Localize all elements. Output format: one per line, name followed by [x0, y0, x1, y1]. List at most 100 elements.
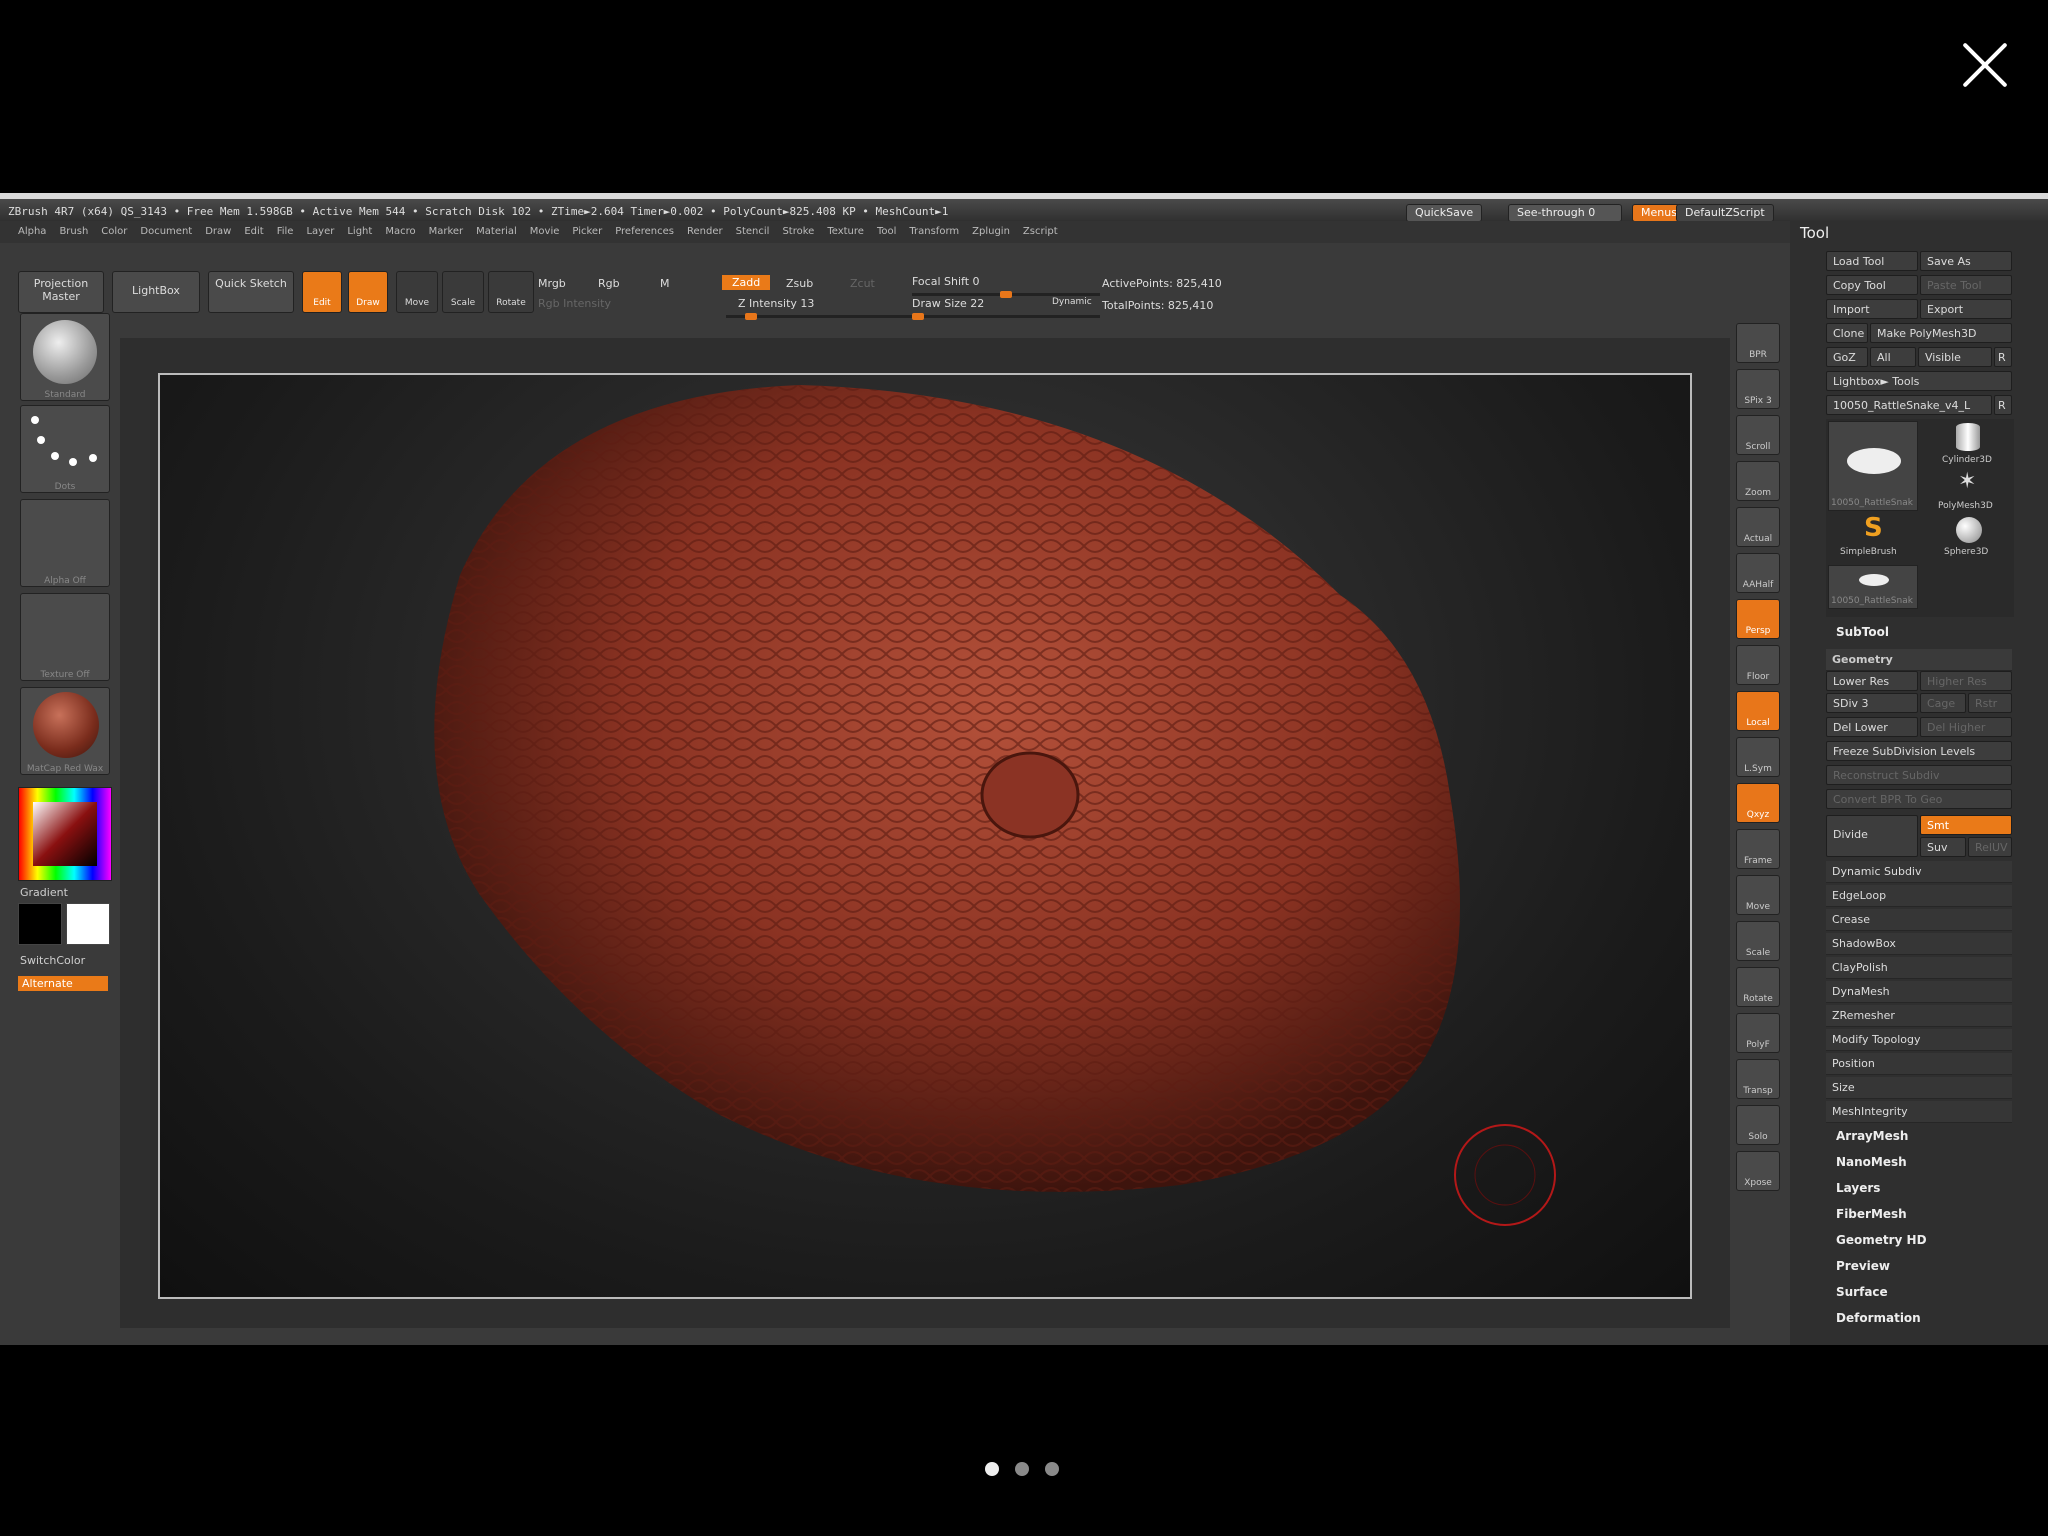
quick-sketch-button[interactable]: Quick Sketch [208, 271, 294, 313]
menu-zplugin[interactable]: Zplugin [972, 226, 1010, 238]
subpalette-arraymesh[interactable]: ArrayMesh [1836, 1129, 1908, 1143]
menu-preferences[interactable]: Preferences [615, 226, 674, 238]
copy-tool-button[interactable]: Copy Tool [1826, 275, 1918, 295]
move-mode-button[interactable]: Move [396, 271, 438, 313]
edit-mode-button[interactable]: Edit [302, 271, 342, 313]
lightbox-tools-button[interactable]: Lightbox► Tools [1826, 371, 2012, 391]
menu-layer[interactable]: Layer [306, 226, 334, 238]
mrgb-button[interactable]: Mrgb [538, 277, 566, 290]
tool-thumb-polymesh[interactable]: ✶ PolyMesh3D [1924, 469, 2012, 513]
geometry-section[interactable]: Geometry [1826, 649, 2012, 671]
gradient-label[interactable]: Gradient [20, 886, 68, 899]
tool-thumb-rattlesnake-2[interactable]: 10050_RattleSnak [1828, 565, 1918, 609]
alternate-button[interactable]: Alternate [18, 976, 108, 991]
menu-stencil[interactable]: Stencil [736, 226, 770, 238]
geometry-zremesher[interactable]: ZRemesher [1826, 1005, 2012, 1027]
shelf-move[interactable]: Move [1736, 875, 1780, 915]
shelf-rotate[interactable]: Rotate [1736, 967, 1780, 1007]
menu-render[interactable]: Render [687, 226, 723, 238]
dynamic-toggle[interactable]: Dynamic [1052, 297, 1092, 307]
geometry-size[interactable]: Size [1826, 1077, 2012, 1099]
goz-r-button[interactable]: R [1994, 347, 2012, 367]
shelf-xpose[interactable]: Xpose [1736, 1151, 1780, 1191]
shelf-actual[interactable]: Actual [1736, 507, 1780, 547]
stroke-thumbnail[interactable]: Dots [20, 405, 110, 493]
menu-tool[interactable]: Tool [877, 226, 896, 238]
tool-thumb-sphere[interactable]: Sphere3D [1924, 515, 2012, 559]
menu-marker[interactable]: Marker [429, 226, 464, 238]
close-icon[interactable] [1960, 40, 2010, 90]
shelf-qxyz[interactable]: Qxyz [1736, 783, 1780, 823]
shelf-aahalf[interactable]: AAHalf [1736, 553, 1780, 593]
switchcolor-button[interactable]: SwitchColor [20, 954, 85, 967]
subpalette-nanomesh[interactable]: NanoMesh [1836, 1155, 1907, 1169]
m-button[interactable]: M [660, 277, 670, 290]
menu-alpha[interactable]: Alpha [18, 226, 46, 238]
geometry-claypolish[interactable]: ClayPolish [1826, 957, 2012, 979]
subtool-section[interactable]: SubTool [1836, 625, 1889, 639]
goz-button[interactable]: GoZ [1826, 347, 1868, 367]
lower-res-button[interactable]: Lower Res [1826, 671, 1918, 691]
menu-stroke[interactable]: Stroke [782, 226, 814, 238]
reconstruct-subdiv-button[interactable]: Reconstruct Subdiv [1826, 765, 2012, 785]
shelf-floor[interactable]: Floor [1736, 645, 1780, 685]
suv-toggle[interactable]: Suv [1920, 837, 1966, 857]
subpalette-deformation[interactable]: Deformation [1836, 1311, 1921, 1325]
make-polymesh-button[interactable]: Make PolyMesh3D [1870, 323, 2012, 343]
material-thumbnail[interactable]: MatCap Red Wax [20, 687, 110, 775]
shelf-zoom[interactable]: Zoom [1736, 461, 1780, 501]
tool-thumb-cylinder[interactable]: Cylinder3D [1924, 423, 2012, 467]
menu-macro[interactable]: Macro [385, 226, 415, 238]
document-canvas[interactable] [158, 373, 1692, 1299]
menu-draw[interactable]: Draw [205, 226, 231, 238]
alpha-thumbnail[interactable]: Alpha Off [20, 499, 110, 587]
color-picker[interactable] [18, 787, 112, 881]
menu-light[interactable]: Light [347, 226, 372, 238]
menu-texture[interactable]: Texture [827, 226, 864, 238]
shelf-solo[interactable]: Solo [1736, 1105, 1780, 1145]
draw-size-knob[interactable] [912, 313, 924, 320]
page-dot[interactable] [985, 1462, 999, 1476]
geometry-meshintegrity[interactable]: MeshIntegrity [1826, 1101, 2012, 1123]
menu-zscript[interactable]: Zscript [1023, 226, 1058, 238]
geometry-position[interactable]: Position [1826, 1053, 2012, 1075]
draw-size-slider[interactable]: Draw Size 22 [912, 297, 984, 310]
higher-res-button[interactable]: Higher Res [1920, 671, 2012, 691]
menu-edit[interactable]: Edit [244, 226, 263, 238]
quicksave-button[interactable]: QuickSave [1406, 204, 1483, 222]
draw-mode-button[interactable]: Draw [348, 271, 388, 313]
shelf-polyf[interactable]: PolyF [1736, 1013, 1780, 1053]
del-higher-button[interactable]: Del Higher [1920, 717, 2012, 737]
convert-bpr-button[interactable]: Convert BPR To Geo [1826, 789, 2012, 809]
subpalette-fibermesh[interactable]: FiberMesh [1836, 1207, 1907, 1221]
tool-thumb-simplebrush[interactable]: S SimpleBrush [1828, 513, 1918, 559]
scale-mode-button[interactable]: Scale [442, 271, 484, 313]
subpalette-geometry-hd[interactable]: Geometry HD [1836, 1233, 1927, 1247]
shelf-transp[interactable]: Transp [1736, 1059, 1780, 1099]
geometry-edgeloop[interactable]: EdgeLoop [1826, 885, 2012, 907]
current-tool-r-button[interactable]: R [1994, 395, 2012, 415]
page-dot[interactable] [1045, 1462, 1059, 1476]
menu-material[interactable]: Material [476, 226, 517, 238]
rgb-intensity-slider[interactable]: Rgb Intensity [538, 297, 611, 310]
shelf-bpr[interactable]: BPR [1736, 323, 1780, 363]
rattlesnake-model[interactable] [160, 375, 1690, 1297]
goz-all-button[interactable]: All [1870, 347, 1916, 367]
freeze-subdivision-button[interactable]: Freeze SubDivision Levels [1826, 741, 2012, 761]
paste-tool-button[interactable]: Paste Tool [1920, 275, 2012, 295]
menu-document[interactable]: Document [140, 226, 192, 238]
smt-toggle[interactable]: Smt [1920, 815, 2012, 835]
reluv-button[interactable]: RelUV [1968, 837, 2012, 857]
z-intensity-track[interactable] [726, 313, 916, 320]
zcut-button[interactable]: Zcut [850, 277, 875, 290]
focal-shift-knob[interactable] [1000, 291, 1012, 298]
geometry-dynamesh[interactable]: DynaMesh [1826, 981, 2012, 1003]
z-intensity-slider[interactable]: Z Intensity 13 [738, 297, 814, 310]
goz-visible-button[interactable]: Visible [1918, 347, 1992, 367]
page-dot[interactable] [1015, 1462, 1029, 1476]
z-intensity-knob[interactable] [744, 313, 757, 320]
load-tool-button[interactable]: Load Tool [1826, 251, 1918, 271]
cage-button[interactable]: Cage [1920, 693, 1966, 713]
focal-shift-slider[interactable]: Focal Shift 0 [912, 275, 980, 288]
save-as-button[interactable]: Save As [1920, 251, 2012, 271]
